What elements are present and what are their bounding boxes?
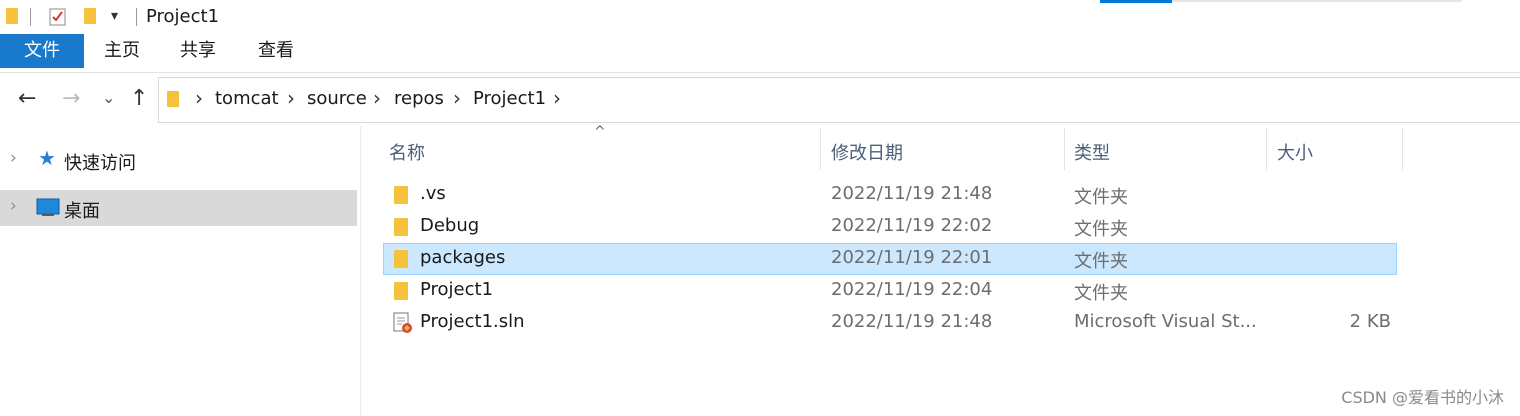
navpane-item-label: 桌面 — [64, 201, 100, 222]
folder-icon — [6, 8, 18, 24]
window-title: Project1 — [146, 6, 220, 27]
column-header-row: 名称 修改日期 类型 大小 — [0, 128, 1520, 172]
navigation-bar: ← → ⌄ ↑ › tomcat › source › repos › Proj… — [0, 74, 1520, 124]
recent-locations-button[interactable]: ⌄ — [102, 88, 115, 107]
title-accent-bar — [1172, 0, 1462, 2]
breadcrumb-separator[interactable]: › — [453, 86, 461, 110]
file-date: 2022/11/19 22:02 — [831, 215, 993, 236]
ribbon-tabs: 文件 主页 共享 查看 — [0, 34, 1520, 73]
file-date: 2022/11/19 21:48 — [831, 183, 993, 204]
breadcrumb-separator[interactable]: › — [553, 86, 561, 110]
breadcrumb-separator[interactable]: › — [287, 86, 295, 110]
tab-file[interactable]: 文件 — [0, 34, 84, 68]
address-bar[interactable]: › tomcat › source › repos › Project1 › — [158, 77, 1520, 123]
sln-file-icon — [393, 312, 412, 333]
toolbar-separator — [30, 8, 31, 26]
breadcrumb-repos[interactable]: repos — [394, 88, 444, 109]
tab-view[interactable]: 查看 — [250, 34, 302, 68]
column-header-size[interactable]: 大小 — [1277, 139, 1313, 165]
column-header-date[interactable]: 修改日期 — [831, 139, 903, 165]
column-divider[interactable] — [1402, 128, 1403, 170]
file-type: 文件夹 — [1074, 251, 1128, 272]
file-size: 2 KB — [1349, 311, 1391, 332]
file-name: Project1 — [420, 279, 494, 300]
column-divider[interactable] — [1064, 128, 1065, 170]
folder-icon — [394, 218, 408, 236]
file-type: 文件夹 — [1074, 283, 1128, 304]
file-row[interactable]: Project1 2022/11/19 22:04 文件夹 — [383, 275, 1397, 307]
file-date: 2022/11/19 22:04 — [831, 279, 993, 300]
watermark-text: CSDN @爱看书的小沐 — [1341, 388, 1504, 407]
desktop-icon — [36, 198, 60, 216]
file-type: 文件夹 — [1074, 187, 1128, 208]
new-folder-icon[interactable] — [84, 8, 96, 24]
back-button[interactable]: ← — [18, 86, 36, 111]
column-header-type[interactable]: 类型 — [1074, 139, 1110, 165]
up-button[interactable]: ↑ — [130, 86, 148, 111]
customize-dropdown-icon[interactable]: ▾ — [111, 8, 118, 24]
file-date: 2022/11/19 21:48 — [831, 311, 993, 332]
navpane-item-desktop[interactable]: › 桌面 — [0, 190, 357, 226]
title-accent-bar — [1100, 0, 1172, 3]
breadcrumb-separator[interactable]: › — [195, 86, 203, 110]
file-row[interactable]: Project1.sln 2022/11/19 21:48 Microsoft … — [383, 307, 1397, 339]
column-divider[interactable] — [1266, 128, 1267, 170]
file-row[interactable]: Debug 2022/11/19 22:02 文件夹 — [383, 211, 1397, 243]
folder-icon — [167, 91, 179, 107]
file-row-selected[interactable]: packages 2022/11/19 22:01 文件夹 — [383, 243, 1397, 275]
breadcrumb-source[interactable]: source — [307, 88, 367, 109]
file-name: Project1.sln — [420, 311, 525, 332]
file-row[interactable]: .vs 2022/11/19 21:48 文件夹 — [383, 179, 1397, 211]
file-name: packages — [420, 247, 506, 268]
breadcrumb-tomcat[interactable]: tomcat — [215, 88, 279, 109]
forward-button[interactable]: → — [62, 86, 80, 111]
toolbar-separator — [136, 8, 137, 26]
file-type: Microsoft Visual St... — [1074, 311, 1257, 332]
file-date: 2022/11/19 22:01 — [831, 247, 993, 268]
folder-icon — [394, 186, 408, 204]
file-type: 文件夹 — [1074, 219, 1128, 240]
properties-icon[interactable] — [48, 7, 68, 27]
file-name: Debug — [420, 215, 480, 236]
tab-share[interactable]: 共享 — [172, 34, 224, 68]
column-header-name[interactable]: 名称 — [389, 139, 425, 165]
breadcrumb-project1[interactable]: Project1 — [473, 88, 546, 109]
breadcrumb-separator[interactable]: › — [373, 86, 381, 110]
folder-icon — [394, 250, 408, 268]
file-name: .vs — [420, 183, 446, 204]
folder-icon — [394, 282, 408, 300]
chevron-right-icon[interactable]: › — [10, 196, 17, 216]
tab-home[interactable]: 主页 — [96, 34, 148, 68]
column-divider[interactable] — [820, 128, 821, 170]
title-bar: ▾ Project1 — [0, 0, 1520, 34]
